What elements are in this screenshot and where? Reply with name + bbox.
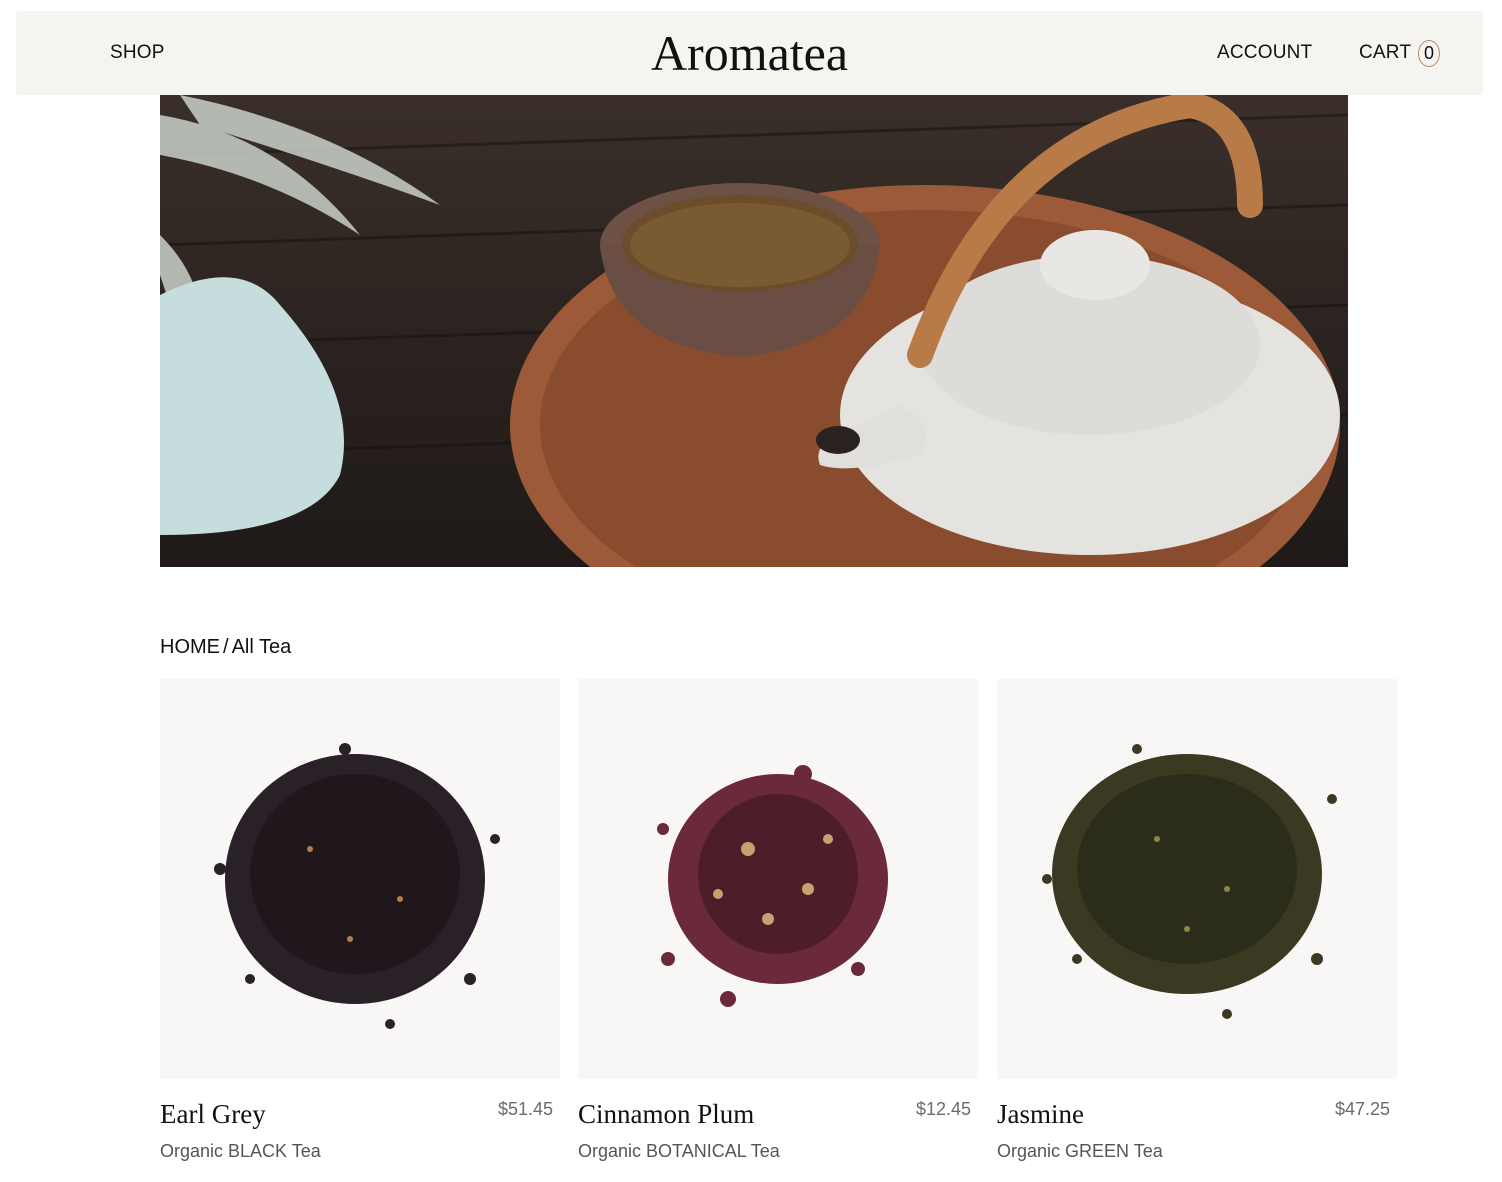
- hero-tea-scene: [160, 95, 1348, 567]
- product-name[interactable]: Cinnamon Plum: [578, 1099, 754, 1130]
- breadcrumb-home-link[interactable]: HOME: [160, 636, 220, 659]
- hero-image: [160, 95, 1348, 567]
- product-subtitle: Organic BOTANICAL Tea: [578, 1141, 780, 1161]
- product-card-jasmine[interactable]: Jasmine $47.25 Organic GREEN Tea: [997, 679, 1397, 1161]
- product-name[interactable]: Jasmine: [997, 1099, 1084, 1130]
- product-image[interactable]: [578, 679, 978, 1079]
- product-price: $12.45: [915, 1099, 971, 1119]
- nav-account-link[interactable]: ACCOUNT: [1217, 42, 1312, 64]
- product-subtitle: Organic GREEN Tea: [997, 1141, 1163, 1161]
- loose-leaf-tea-pile: [1042, 744, 1337, 1019]
- product-card-earl-grey[interactable]: Earl Grey $51.45 Organic BLACK Tea: [160, 679, 560, 1161]
- product-price: $51.45: [497, 1099, 553, 1119]
- loose-leaf-tea-pile: [214, 743, 500, 1029]
- product-subtitle: Organic BLACK Tea: [160, 1141, 321, 1161]
- loose-leaf-tea-pile: [657, 765, 888, 1007]
- product-price: $47.25: [1334, 1099, 1390, 1119]
- breadcrumb: HOME / All Tea: [160, 636, 291, 659]
- product-name[interactable]: Earl Grey: [160, 1099, 266, 1130]
- site-header: SHOP Aromatea ACCOUNT CART 0: [16, 11, 1483, 95]
- product-image[interactable]: [160, 679, 560, 1079]
- nav-cart-link[interactable]: CART: [1359, 42, 1411, 64]
- breadcrumb-separator: /: [223, 636, 229, 658]
- product-card-cinnamon-plum[interactable]: Cinnamon Plum $12.45 Organic BOTANICAL T…: [578, 679, 978, 1161]
- product-image[interactable]: [997, 679, 1397, 1079]
- breadcrumb-current: All Tea: [231, 636, 292, 658]
- cart-count-badge[interactable]: 0: [1418, 40, 1440, 67]
